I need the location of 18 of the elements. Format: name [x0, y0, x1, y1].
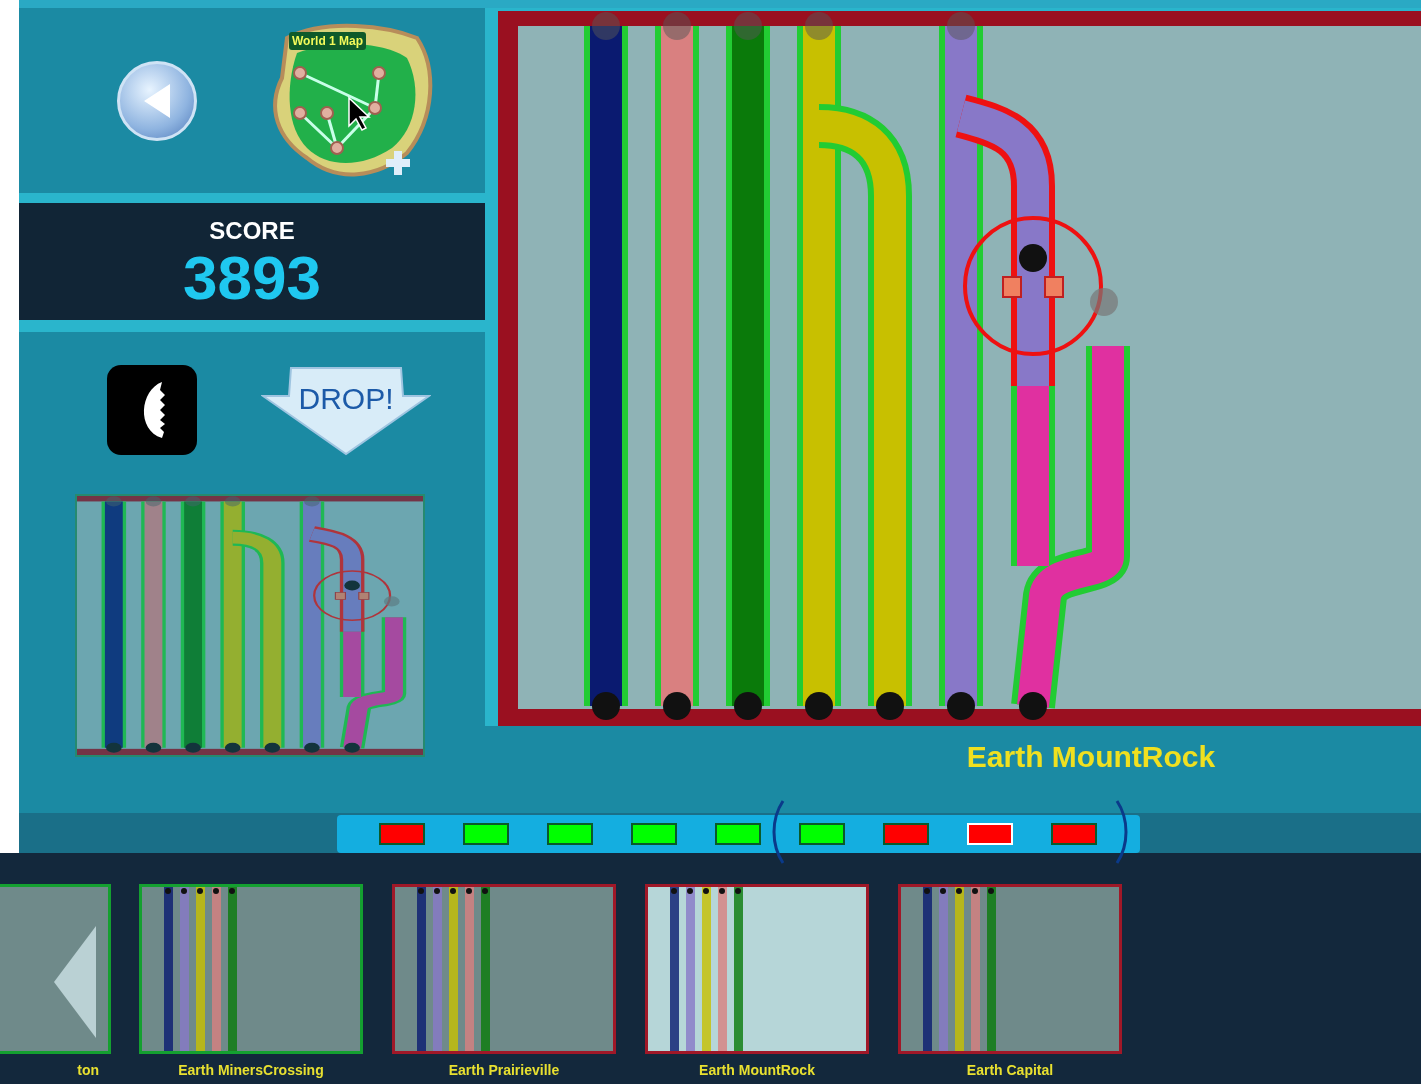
level-thumbnail[interactable] [392, 884, 616, 1054]
level-thumbnail[interactable] [645, 884, 869, 1054]
score-label: SCORE [209, 218, 295, 243]
world-map-button[interactable]: World 1 Map [267, 18, 437, 183]
level-name: Earth MinersCrossing [178, 1061, 324, 1080]
score-value: 3893 [183, 246, 321, 309]
level-title: Earth MountRock [966, 739, 1216, 775]
level-name: Earth Capital [966, 1061, 1054, 1080]
map-title: World 1 Map [289, 32, 367, 50]
plus-icon [385, 150, 411, 176]
level-name: Earth Prairieville [448, 1061, 560, 1080]
level-name: Earth MountRock [699, 1061, 815, 1080]
level-thumbnail[interactable] [139, 884, 363, 1054]
drop-button[interactable]: DROP! [261, 364, 431, 456]
back-arrow-icon [142, 81, 172, 120]
moon-icon[interactable] [107, 365, 197, 455]
level-name: ton [77, 1061, 99, 1080]
level-thumbnail[interactable] [898, 884, 1122, 1054]
